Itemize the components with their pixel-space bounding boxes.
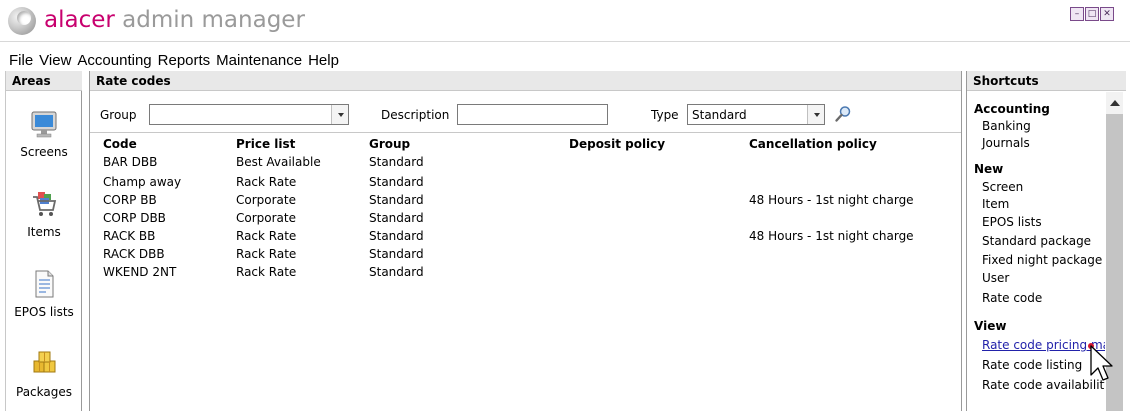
title-bar: alacer admin manager – □ ✕ bbox=[0, 0, 1130, 42]
cell-group: Standard bbox=[369, 247, 424, 261]
monitor-icon bbox=[31, 111, 57, 138]
cell-code: CORP BB bbox=[103, 193, 157, 207]
column-header-deposit-policy[interactable]: Deposit policy bbox=[569, 137, 665, 151]
cell-price-list: Rack Rate bbox=[236, 229, 297, 243]
cell-group: Standard bbox=[369, 193, 424, 207]
group-select[interactable] bbox=[149, 104, 349, 125]
minimize-icon[interactable]: – bbox=[1070, 7, 1084, 21]
mouse-pointer-icon bbox=[1088, 343, 1113, 381]
cell-code: RACK BB bbox=[103, 229, 156, 243]
cell-price-list: Rack Rate bbox=[236, 247, 297, 261]
area-label: EPOS lists bbox=[14, 305, 74, 319]
shortcuts-header: Shortcuts bbox=[967, 71, 1126, 91]
shortcut-banking[interactable]: Banking bbox=[982, 119, 1031, 133]
package-boxes-icon bbox=[33, 351, 56, 373]
areas-header: Areas bbox=[6, 71, 82, 91]
filter-row: Group Description Type Standard bbox=[90, 95, 961, 133]
menu-view[interactable]: View bbox=[38, 50, 76, 70]
area-label: Screens bbox=[20, 145, 68, 159]
menu-help[interactable]: Help bbox=[307, 50, 344, 70]
shortcut-new-item[interactable]: Item bbox=[982, 197, 1009, 211]
cell-price-list: Corporate bbox=[236, 193, 296, 207]
menu-reports[interactable]: Reports bbox=[157, 50, 216, 70]
shopping-cart-icon bbox=[33, 192, 57, 216]
cell-code: Champ away bbox=[103, 175, 182, 189]
cell-group: Standard bbox=[369, 229, 424, 243]
shortcut-new-screen[interactable]: Screen bbox=[982, 180, 1023, 194]
shortcut-group-new: New bbox=[974, 162, 1004, 176]
cell-group: Standard bbox=[369, 155, 424, 169]
shortcut-new-rate-code[interactable]: Rate code bbox=[982, 291, 1042, 305]
cell-cancellation-policy: 48 Hours - 1st night charge bbox=[749, 229, 914, 243]
chevron-down-icon[interactable] bbox=[331, 105, 348, 124]
shortcuts-list: Accounting Banking Journals New Screen I… bbox=[967, 92, 1105, 411]
rate-codes-panel: Rate codes Group Description Type Standa… bbox=[89, 71, 962, 411]
cell-code: BAR DBB bbox=[103, 155, 158, 169]
shortcut-group-view: View bbox=[974, 319, 1007, 333]
menu-accounting[interactable]: Accounting bbox=[76, 50, 156, 70]
table-row[interactable]: CORP BB Corporate Standard 48 Hours - 1s… bbox=[90, 191, 961, 209]
table-row[interactable]: RACK DBB Rack Rate Standard bbox=[90, 245, 961, 263]
table-row[interactable]: BAR DBB Best Available Standard bbox=[90, 153, 961, 171]
shortcut-new-standard-package[interactable]: Standard package bbox=[982, 234, 1091, 248]
menu-file[interactable]: File bbox=[8, 50, 38, 70]
app-brand: alacer bbox=[44, 7, 115, 33]
area-items[interactable]: Items bbox=[6, 189, 82, 239]
cell-group: Standard bbox=[369, 265, 424, 279]
shortcut-new-epos-lists[interactable]: EPOS lists bbox=[982, 215, 1042, 229]
rate-codes-header: Rate codes bbox=[90, 71, 961, 91]
description-label: Description bbox=[381, 108, 450, 122]
shortcut-new-user[interactable]: User bbox=[982, 271, 1009, 285]
area-epos-lists[interactable]: EPOS lists bbox=[6, 269, 82, 319]
description-input[interactable] bbox=[457, 104, 608, 125]
app-subtitle: admin manager bbox=[114, 7, 305, 33]
document-list-icon bbox=[35, 270, 54, 298]
menu-bar: File View Accounting Reports Maintenance… bbox=[0, 50, 1130, 70]
app-title: alacer admin manager bbox=[44, 4, 305, 36]
area-label: Items bbox=[27, 225, 61, 239]
column-header-group[interactable]: Group bbox=[369, 137, 410, 151]
cell-code: WKEND 2NT bbox=[103, 265, 177, 279]
column-header-code[interactable]: Code bbox=[103, 137, 137, 151]
cell-price-list: Rack Rate bbox=[236, 175, 297, 189]
cell-code: RACK DBB bbox=[103, 247, 165, 261]
table-row[interactable]: WKEND 2NT Rack Rate Standard bbox=[90, 263, 961, 281]
type-select[interactable]: Standard bbox=[687, 104, 825, 125]
areas-panel: Areas Screens Items EPOS lists Packages bbox=[5, 71, 82, 411]
cell-price-list: Best Available bbox=[236, 155, 321, 169]
cell-code: CORP DBB bbox=[103, 211, 166, 225]
shortcut-group-accounting: Accounting bbox=[974, 102, 1050, 116]
area-label: Packages bbox=[16, 385, 72, 399]
shortcut-journals[interactable]: Journals bbox=[982, 136, 1030, 150]
cell-price-list: Corporate bbox=[236, 211, 296, 225]
shortcut-rate-code-pricing-map[interactable]: Rate code pricing map bbox=[982, 338, 1105, 352]
group-label: Group bbox=[100, 108, 137, 122]
scroll-up-icon[interactable] bbox=[1110, 100, 1120, 106]
column-header-price-list[interactable]: Price list bbox=[236, 137, 295, 151]
search-icon[interactable] bbox=[834, 105, 852, 123]
cell-price-list: Rack Rate bbox=[236, 265, 297, 279]
table-row[interactable]: Champ away Rack Rate Standard bbox=[90, 173, 961, 191]
cell-group: Standard bbox=[369, 211, 424, 225]
close-icon[interactable]: ✕ bbox=[1100, 7, 1114, 21]
window-controls: – □ ✕ bbox=[1070, 7, 1114, 21]
table-row[interactable]: CORP DBB Corporate Standard bbox=[90, 209, 961, 227]
maximize-icon[interactable]: □ bbox=[1085, 7, 1099, 21]
cell-group: Standard bbox=[369, 175, 424, 189]
area-packages[interactable]: Packages bbox=[6, 349, 82, 399]
column-header-cancellation-policy[interactable]: Cancellation policy bbox=[749, 137, 877, 151]
type-select-value: Standard bbox=[692, 108, 747, 122]
cell-cancellation-policy: 48 Hours - 1st night charge bbox=[749, 193, 914, 207]
shortcut-rate-code-availability[interactable]: Rate code availability bbox=[982, 378, 1105, 392]
type-label: Type bbox=[651, 108, 679, 122]
area-screens[interactable]: Screens bbox=[6, 109, 82, 159]
shortcut-new-fixed-night-package[interactable]: Fixed night package bbox=[982, 253, 1102, 267]
shortcut-rate-code-listing[interactable]: Rate code listing bbox=[982, 358, 1082, 372]
chevron-down-icon[interactable] bbox=[807, 105, 824, 124]
table-row[interactable]: RACK BB Rack Rate Standard 48 Hours - 1s… bbox=[90, 227, 961, 245]
alacer-logo-icon bbox=[8, 7, 36, 35]
menu-maintenance[interactable]: Maintenance bbox=[215, 50, 307, 70]
